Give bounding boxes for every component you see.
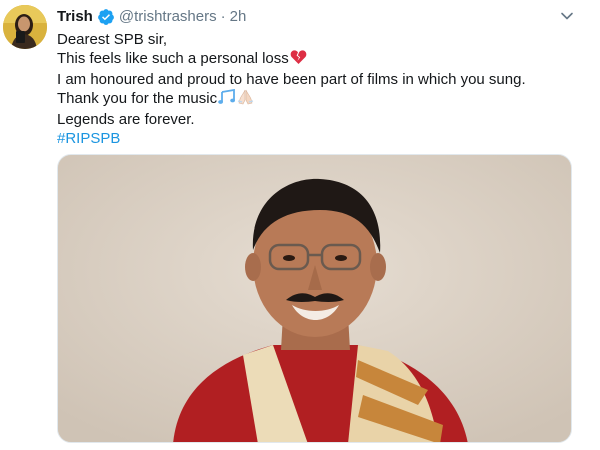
hashtag-link[interactable]: #RIPSPB	[57, 129, 577, 148]
broken-heart-icon	[290, 49, 307, 70]
music-notes-icon	[218, 88, 236, 110]
tweet-text: Dearest SPB sir, This feels like such a …	[57, 30, 577, 148]
tweet-timestamp[interactable]: 2h	[230, 7, 247, 27]
tweet-line: Legends are forever.	[57, 111, 195, 128]
tweet-photo[interactable]	[57, 154, 572, 443]
tweet: Trish @trishtrashers · 2h Dearest SPB si…	[0, 0, 600, 450]
avatar[interactable]	[3, 5, 47, 49]
tweet-line: Thank you for the music	[57, 88, 577, 110]
author-name[interactable]: Trish	[57, 7, 93, 27]
separator-dot: ·	[220, 8, 226, 25]
author-handle[interactable]: @trishtrashers	[119, 7, 217, 27]
tweet-header: Trish @trishtrashers · 2h	[57, 7, 246, 27]
tweet-line-text: Thank you for the music	[57, 90, 218, 107]
chevron-down-icon[interactable]	[558, 7, 576, 25]
verified-badge-icon	[97, 8, 115, 26]
tweet-line: I am honoured and proud to have been par…	[57, 71, 526, 88]
tweet-line-text: This feels like such a personal loss	[57, 50, 289, 67]
tweet-line: Dearest SPB sir,	[57, 31, 168, 48]
tweet-line: This feels like such a personal loss	[57, 49, 577, 70]
folded-hands-icon	[237, 89, 254, 110]
